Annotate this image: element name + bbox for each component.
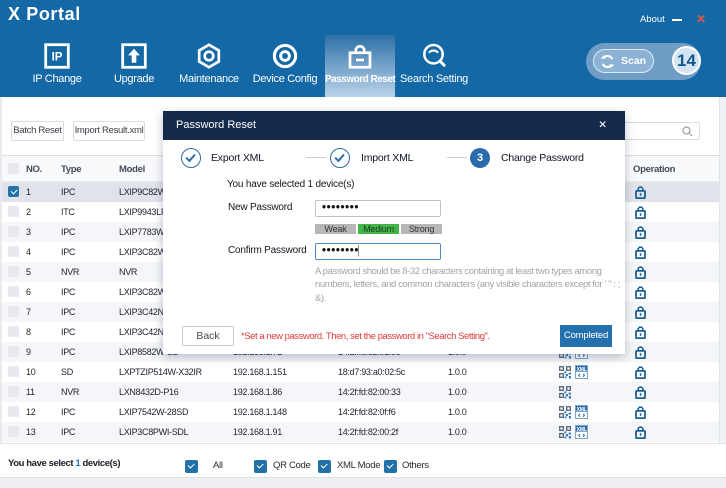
svg-text:XML: XML: [577, 407, 587, 413]
svg-text:XML: XML: [577, 367, 587, 373]
svg-text:XML: XML: [577, 427, 587, 433]
svg-text:IP: IP: [52, 51, 63, 63]
